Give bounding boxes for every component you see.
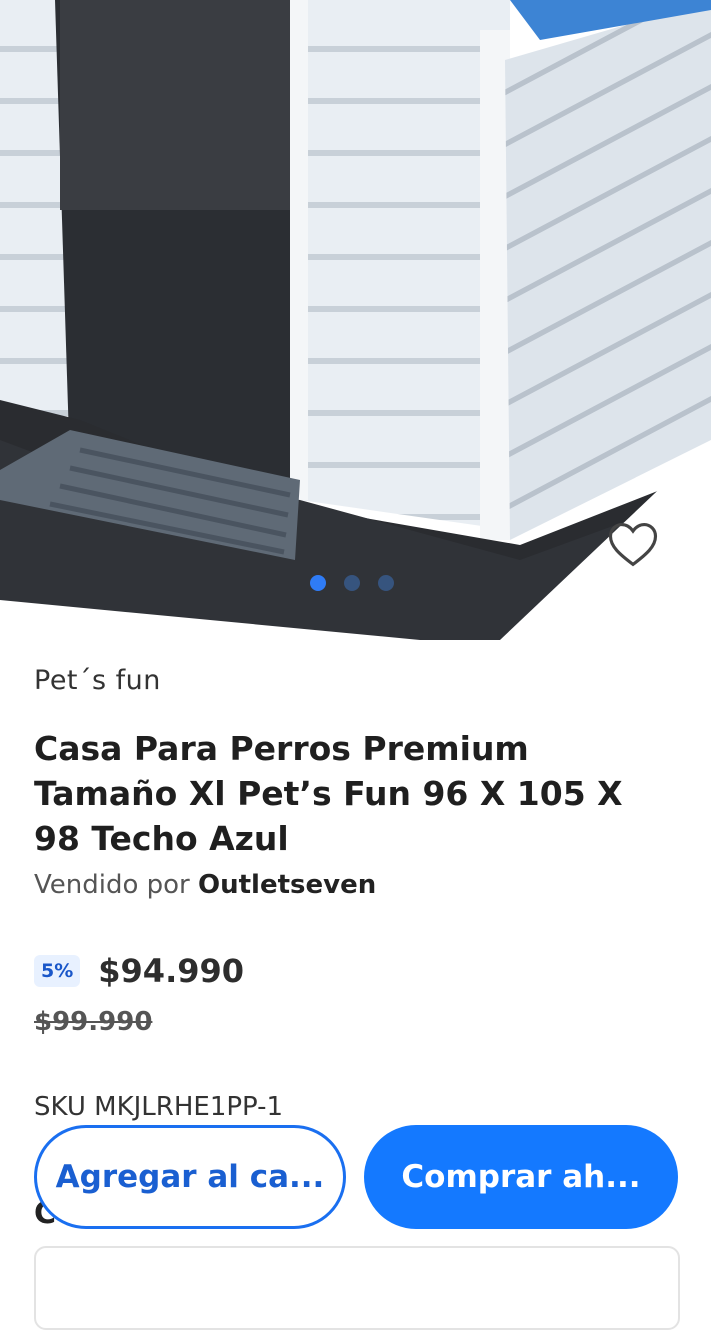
buy-now-button[interactable]: Comprar ah... (364, 1125, 678, 1229)
price-row: 5% $94.990 (34, 952, 244, 990)
product-image-carousel[interactable] (0, 0, 711, 640)
favorite-button[interactable] (606, 518, 670, 578)
carousel-indicator (310, 573, 394, 593)
current-price: $94.990 (98, 952, 245, 990)
product-title: Casa Para Perros Premium Tamaño Xl Pet’s… (34, 729, 623, 858)
product-brand[interactable]: Pet´s fun (34, 665, 161, 696)
seller-prefix: Vendido por (34, 870, 190, 900)
seller-name-link[interactable]: Outletseven (198, 870, 376, 900)
seller-info: Vendido por Outletseven (34, 870, 376, 900)
original-price: $99.990 (34, 1007, 153, 1037)
carousel-dot[interactable] (344, 575, 360, 591)
add-to-cart-button[interactable]: Agregar al ca... (34, 1125, 346, 1229)
dog-house-photo (0, 0, 711, 640)
carousel-dot[interactable] (378, 575, 394, 591)
carousel-dot-active[interactable] (310, 575, 326, 591)
option-card[interactable] (34, 1246, 680, 1330)
heart-outline-icon (608, 522, 658, 567)
product-sku: SKU MKJLRHE1PP-1 (34, 1092, 284, 1122)
discount-badge: 5% (34, 955, 81, 987)
